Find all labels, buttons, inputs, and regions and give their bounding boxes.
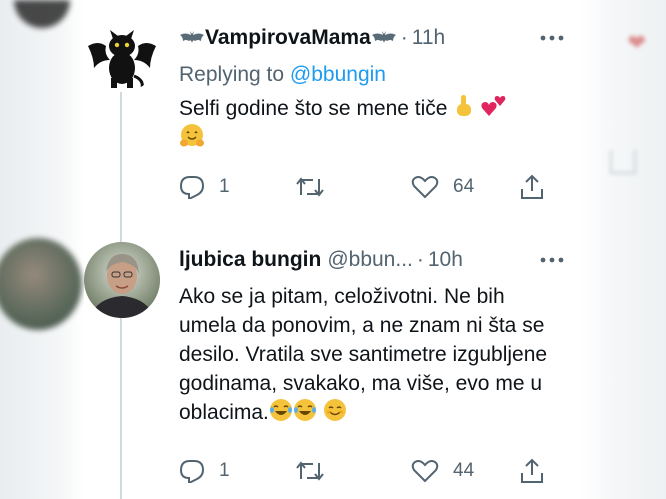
- two-hearts-icon: [481, 96, 506, 116]
- background-right-blur: ❤: [580, 0, 666, 499]
- like-button[interactable]: 44: [411, 459, 474, 483]
- person-photo-avatar-icon: [84, 242, 160, 318]
- tweet-actions: 1 64: [179, 172, 580, 202]
- share-icon: [521, 458, 543, 483]
- heart-icon: [411, 176, 439, 199]
- like-button[interactable]: 64: [411, 175, 474, 199]
- display-name-text: VampirovaMama: [205, 26, 371, 49]
- tweet-header: ljubica bungin @bbun... · 10h: [179, 244, 580, 276]
- bat-icon: [180, 31, 204, 43]
- timestamp[interactable]: 11h: [412, 26, 445, 50]
- display-name[interactable]: VampirovaMama: [179, 26, 397, 50]
- display-name[interactable]: ljubica bungin: [179, 248, 321, 272]
- reply-button[interactable]: 1: [179, 175, 230, 199]
- separator-dot: ·: [416, 248, 424, 271]
- reply-count: 1: [219, 176, 230, 197]
- tweet-text: Ako se ja pitam, celoživotni. Ne bih ume…: [179, 282, 559, 427]
- retweet-icon: [296, 461, 324, 481]
- replying-to-line: Replying to @bbungin: [179, 60, 580, 90]
- retweet-button[interactable]: [295, 459, 339, 483]
- avatar-vampirovamama[interactable]: [84, 16, 160, 92]
- tweet-text-content: Ako se ja pitam, celoživotni. Ne bih ume…: [179, 285, 548, 424]
- share-icon: [521, 174, 543, 199]
- reply-button[interactable]: 1: [179, 459, 230, 483]
- retweet-icon: [296, 177, 324, 197]
- heart-icon: [411, 460, 439, 483]
- mention-link[interactable]: @bbungin: [290, 63, 386, 86]
- replying-to-label: Replying to: [179, 63, 285, 86]
- more-dots-icon: [540, 257, 564, 263]
- tweet-vampirovamama[interactable]: VampirovaMama · 11h Replying to @bbungin…: [179, 22, 580, 199]
- tweet-text: Selfi godine što se mene tiče: [179, 94, 580, 154]
- cat-bat-avatar-icon: [84, 16, 160, 92]
- blurred-avatar: [0, 238, 82, 330]
- tweet-ljubica-bungin[interactable]: ljubica bungin @bbun... · 10h Ako se ja …: [179, 244, 580, 483]
- like-count: 44: [453, 460, 475, 481]
- timestamp[interactable]: 10h: [428, 248, 463, 272]
- blurred-share-icon: [610, 150, 636, 174]
- tweet-text-content: Selfi godine što se mene tiče: [179, 97, 448, 120]
- reply-icon: [179, 460, 205, 483]
- tweet-header: VampirovaMama · 11h: [179, 22, 580, 54]
- background-left-blur: [0, 0, 84, 499]
- blurred-avatar-fragment: [14, 0, 70, 28]
- avatar-ljubica-bungin[interactable]: [84, 242, 160, 318]
- reply-icon: [179, 176, 205, 199]
- retweet-button[interactable]: [295, 175, 339, 199]
- bat-icon: [371, 31, 396, 43]
- tweet-actions: 1 44: [179, 456, 580, 486]
- share-button[interactable]: [519, 458, 545, 484]
- more-dots-icon: [540, 35, 564, 41]
- blurred-heart: ❤: [627, 30, 646, 55]
- tweet-thread: VampirovaMama · 11h Replying to @bbungin…: [84, 0, 580, 499]
- more-options-button[interactable]: [540, 22, 564, 54]
- reply-count: 1: [219, 460, 230, 481]
- more-options-button[interactable]: [540, 244, 564, 276]
- handle[interactable]: @bbun...: [327, 248, 413, 272]
- hugging-face-icon: [180, 124, 204, 147]
- joy-icon: [293, 399, 316, 421]
- pointing-up-hand-icon: [457, 95, 472, 116]
- share-button[interactable]: [519, 174, 545, 200]
- separator-dot: ·: [400, 26, 408, 49]
- joy-icon: [269, 399, 292, 421]
- like-count: 64: [453, 176, 475, 197]
- smiling-face-icon: [323, 399, 346, 421]
